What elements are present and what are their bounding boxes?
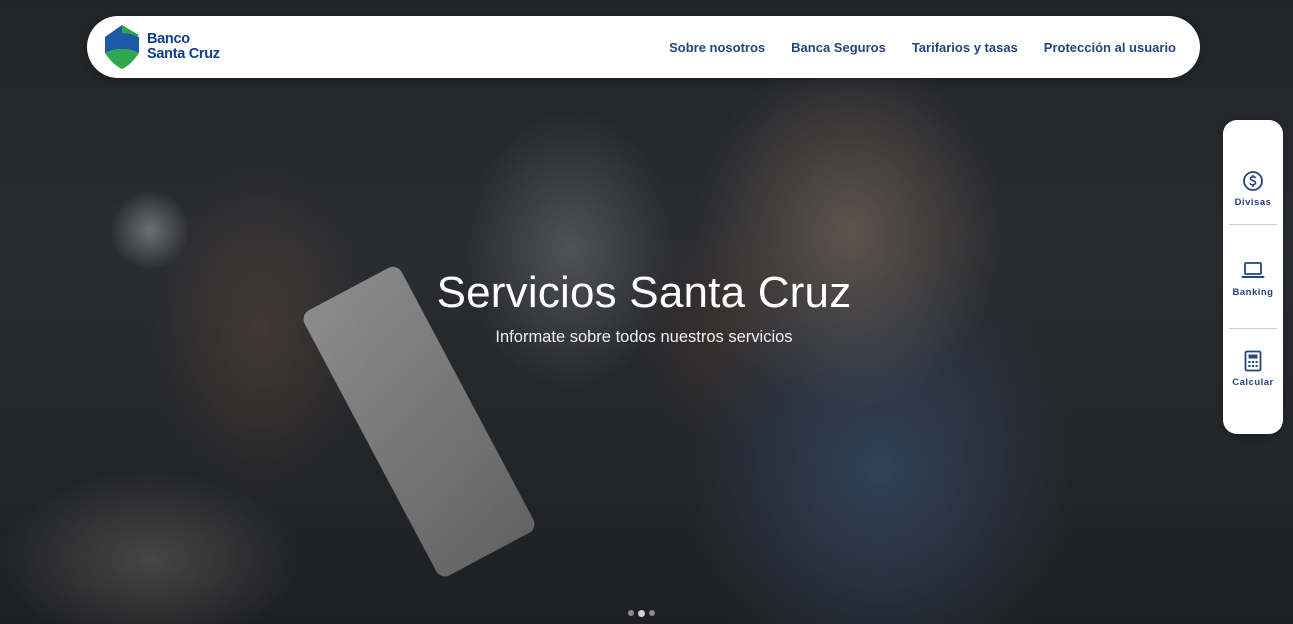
quick-access-divider — [1229, 328, 1277, 329]
quick-access-divider — [1229, 224, 1277, 225]
brand-logo[interactable]: Banco Santa Cruz — [101, 22, 220, 72]
brand-line-2: Santa Cruz — [147, 46, 220, 62]
carousel-dots — [628, 609, 655, 617]
main-nav: Sobre nosotros Banca Seguros Tarifarios … — [643, 16, 1176, 78]
quick-access-panel: Divisas Banking Calcular — [1223, 120, 1283, 434]
bank-logo-icon — [105, 25, 139, 69]
quick-access-label: Divisas — [1234, 197, 1272, 208]
nav-link-banca-seguros[interactable]: Banca Seguros — [791, 40, 886, 55]
calculator-icon — [1244, 350, 1262, 372]
hero-banner: Servicios Santa Cruz Informate sobre tod… — [0, 0, 1293, 624]
quick-access-divisas[interactable]: Divisas — [1223, 170, 1283, 208]
hero-subtitle: Informate sobre todos nuestros servicios — [495, 328, 793, 346]
brand-name: Banco Santa Cruz — [147, 32, 220, 62]
brand-line-1: Banco — [147, 31, 190, 47]
nav-link-proteccion-usuario[interactable]: Protección al usuario — [1044, 40, 1176, 55]
quick-access-banking[interactable]: Banking — [1223, 260, 1283, 298]
dollar-circle-icon — [1243, 171, 1263, 191]
carousel-dot-2[interactable] — [638, 609, 645, 617]
hero-title: Servicios Santa Cruz — [436, 268, 852, 317]
laptop-icon — [1241, 262, 1265, 278]
quick-access-label: Banking — [1232, 287, 1274, 298]
carousel-dot-3[interactable] — [649, 610, 655, 616]
top-navbar: Banco Santa Cruz Sobre nosotros Banca Se… — [87, 16, 1200, 78]
quick-access-label: Calcular — [1232, 377, 1274, 388]
nav-link-tarifarios-tasas[interactable]: Tarifarios y tasas — [912, 40, 1018, 55]
quick-access-calcular[interactable]: Calcular — [1223, 350, 1283, 388]
nav-link-sobre-nosotros[interactable]: Sobre nosotros — [669, 40, 765, 55]
carousel-dot-1[interactable] — [628, 610, 634, 616]
